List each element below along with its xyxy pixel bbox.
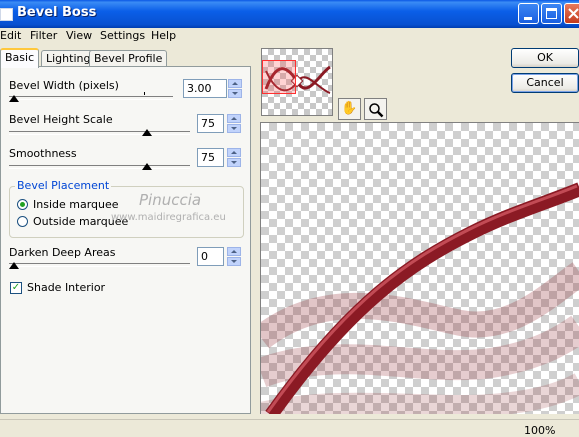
smoothness-input[interactable]: 75: [197, 148, 224, 167]
darken-deep-areas-slider-thumb[interactable]: [9, 262, 19, 269]
bevel-height-scale-label: Bevel Height Scale: [9, 113, 113, 126]
bevel-height-spinner[interactable]: [227, 114, 241, 134]
menu-view[interactable]: View: [66, 29, 92, 42]
spin-up-icon[interactable]: [227, 148, 241, 157]
bevel-height-slider-track[interactable]: [9, 131, 190, 135]
minimize-icon: [524, 17, 532, 20]
outside-marquee-radio[interactable]: [17, 216, 28, 227]
spin-down-icon[interactable]: [228, 89, 242, 98]
bevel-height-slider-thumb[interactable]: [142, 129, 152, 136]
inside-marquee-radio[interactable]: [17, 199, 28, 210]
spin-up-icon[interactable]: [228, 79, 242, 88]
bevel-width-label: Bevel Width (pixels): [9, 79, 119, 92]
menu-help[interactable]: Help: [151, 29, 176, 42]
darken-deep-areas-slider-track[interactable]: [9, 263, 190, 267]
hand-tool-icon: ✋: [341, 101, 358, 116]
bevel-width-spinner[interactable]: [228, 79, 242, 99]
ok-button[interactable]: OK: [511, 48, 579, 68]
shade-interior-label[interactable]: Shade Interior: [27, 281, 105, 294]
tab-basic[interactable]: Basic: [0, 48, 40, 68]
bevel-width-input[interactable]: 3.00: [183, 79, 227, 98]
window-title: Bevel Boss: [17, 5, 97, 20]
magnifier-icon: [368, 103, 383, 118]
tab-bevel-profile[interactable]: Bevel Profile: [89, 50, 168, 67]
smoothness-slider-track[interactable]: [9, 165, 190, 169]
app-icon: [0, 8, 13, 21]
bevel-height-input[interactable]: 75: [197, 114, 224, 133]
shade-interior-checkbox[interactable]: ✓: [10, 282, 22, 294]
bevel-width-slider-thumb[interactable]: [9, 95, 19, 102]
menu-filter[interactable]: Filter: [30, 29, 57, 42]
preview-navigator[interactable]: [261, 48, 333, 116]
zoom-level: 100%: [524, 424, 556, 437]
slider-tick: [144, 92, 145, 95]
watermark-url: www.maidiregrafica.eu: [111, 212, 226, 223]
menu-edit[interactable]: Edit: [0, 29, 21, 42]
title-bar[interactable]: Bevel Boss: [0, 0, 579, 28]
watermark-name: Pinuccia: [139, 191, 202, 209]
spin-down-icon[interactable]: [227, 124, 241, 133]
maximize-button[interactable]: [541, 3, 562, 24]
bevel-placement-title: Bevel Placement: [15, 179, 112, 192]
zoom-tool-button[interactable]: [364, 98, 387, 120]
smoothness-slider-thumb[interactable]: [142, 163, 152, 170]
spin-up-icon[interactable]: [227, 114, 241, 123]
spin-down-icon[interactable]: [227, 257, 241, 266]
darken-deep-areas-input[interactable]: 0: [197, 247, 224, 266]
navigator-selection[interactable]: [262, 60, 296, 94]
inside-marquee-label[interactable]: Inside marquee: [33, 198, 119, 211]
smoothness-spinner[interactable]: [227, 148, 241, 168]
ribbon-artwork: [261, 182, 579, 414]
smoothness-label: Smoothness: [9, 147, 77, 160]
minimize-button[interactable]: [518, 3, 539, 24]
darken-deep-areas-label: Darken Deep Areas: [9, 246, 116, 259]
maximize-icon: [546, 8, 557, 19]
spin-up-icon[interactable]: [227, 247, 241, 256]
preview-canvas[interactable]: [260, 122, 579, 414]
close-button[interactable]: [564, 3, 579, 24]
cancel-button[interactable]: Cancel: [511, 73, 579, 93]
hand-tool-button[interactable]: ✋: [338, 98, 361, 120]
darken-deep-areas-spinner[interactable]: [227, 247, 241, 267]
spin-down-icon[interactable]: [227, 158, 241, 167]
menu-settings[interactable]: Settings: [100, 29, 145, 42]
status-bar: 100%: [0, 419, 579, 437]
tab-lighting[interactable]: Lighting: [41, 50, 96, 67]
close-icon: [568, 8, 579, 19]
bevel-width-slider-track[interactable]: [9, 96, 173, 100]
menu-bar: Edit Filter View Settings Help: [0, 28, 579, 46]
